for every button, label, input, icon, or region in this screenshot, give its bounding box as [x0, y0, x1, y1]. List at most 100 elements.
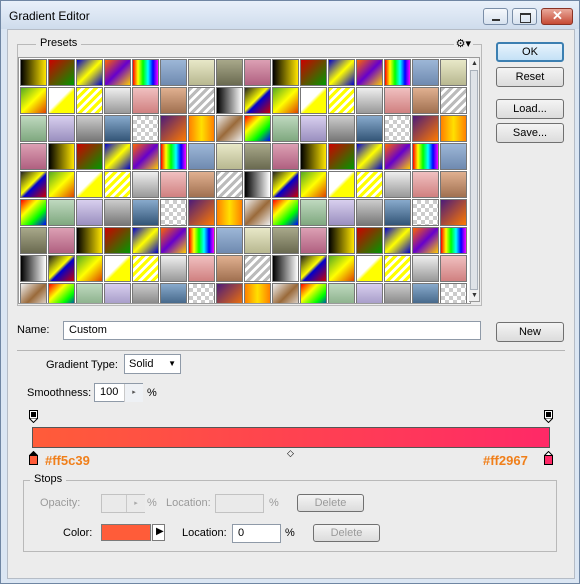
preset-swatch[interactable]: [76, 227, 103, 254]
preset-swatch[interactable]: [244, 227, 271, 254]
preset-swatch[interactable]: [216, 87, 243, 114]
preset-swatch[interactable]: [20, 255, 47, 282]
scroll-up-icon[interactable]: ▲: [470, 59, 479, 68]
preset-swatch[interactable]: [188, 87, 215, 114]
preset-swatch[interactable]: [104, 115, 131, 142]
preset-swatch[interactable]: [300, 59, 327, 86]
save-button[interactable]: Save...: [496, 123, 564, 143]
preset-swatch[interactable]: [104, 283, 131, 303]
gradient-preview-bar[interactable]: [32, 427, 550, 448]
preset-swatch[interactable]: [48, 255, 75, 282]
preset-swatch[interactable]: [440, 115, 467, 142]
preset-swatch[interactable]: [48, 283, 75, 303]
preset-swatch[interactable]: [244, 283, 271, 303]
preset-swatch[interactable]: [328, 227, 355, 254]
preset-swatch[interactable]: [384, 87, 411, 114]
scroll-down-icon[interactable]: ▼: [470, 291, 479, 300]
color-delete-button[interactable]: Delete: [313, 524, 380, 542]
preset-swatch[interactable]: [104, 227, 131, 254]
preset-swatch[interactable]: [440, 255, 467, 282]
preset-swatch[interactable]: [412, 227, 439, 254]
load-button[interactable]: Load...: [496, 99, 564, 119]
preset-swatch[interactable]: [132, 115, 159, 142]
preset-swatch[interactable]: [132, 87, 159, 114]
preset-swatch[interactable]: [272, 87, 299, 114]
preset-swatch[interactable]: [160, 59, 187, 86]
preset-swatch[interactable]: [188, 283, 215, 303]
preset-swatch[interactable]: [216, 59, 243, 86]
preset-swatch[interactable]: [356, 255, 383, 282]
preset-swatch[interactable]: [188, 115, 215, 142]
preset-swatch[interactable]: [20, 283, 47, 303]
preset-swatch[interactable]: [188, 143, 215, 170]
preset-swatch[interactable]: [104, 171, 131, 198]
preset-swatch[interactable]: [300, 227, 327, 254]
preset-swatch[interactable]: [104, 255, 131, 282]
preset-swatch[interactable]: [20, 59, 47, 86]
preset-swatch[interactable]: [300, 283, 327, 303]
preset-swatch[interactable]: [412, 171, 439, 198]
preset-swatch[interactable]: [440, 87, 467, 114]
preset-swatch[interactable]: [160, 199, 187, 226]
preset-swatch[interactable]: [76, 255, 103, 282]
presets-scrollbar[interactable]: ▲ ▼: [469, 57, 480, 302]
preset-swatch[interactable]: [272, 59, 299, 86]
preset-swatch[interactable]: [20, 143, 47, 170]
preset-swatch[interactable]: [244, 199, 271, 226]
preset-swatch[interactable]: [132, 255, 159, 282]
preset-swatch[interactable]: [48, 171, 75, 198]
reset-button[interactable]: Reset: [496, 67, 564, 87]
preset-swatch[interactable]: [384, 171, 411, 198]
opacity-delete-button[interactable]: Delete: [297, 494, 364, 512]
preset-swatch[interactable]: [216, 143, 243, 170]
preset-swatch[interactable]: [132, 59, 159, 86]
preset-swatch[interactable]: [272, 255, 299, 282]
preset-swatch[interactable]: [160, 283, 187, 303]
preset-swatch[interactable]: [384, 199, 411, 226]
preset-swatch[interactable]: [132, 283, 159, 303]
preset-swatch[interactable]: [160, 171, 187, 198]
preset-swatch[interactable]: [300, 255, 327, 282]
color-swatch[interactable]: [101, 524, 151, 541]
preset-swatch[interactable]: [412, 87, 439, 114]
preset-swatch[interactable]: [20, 171, 47, 198]
color-stop-right[interactable]: [544, 450, 553, 465]
gear-icon[interactable]: ⚙▾: [453, 37, 473, 50]
preset-swatch[interactable]: [244, 59, 271, 86]
title-bar[interactable]: Gradient Editor ✕: [1, 1, 579, 29]
preset-swatch[interactable]: [300, 171, 327, 198]
preset-swatch[interactable]: [384, 283, 411, 303]
preset-swatch[interactable]: [384, 143, 411, 170]
preset-swatch[interactable]: [216, 199, 243, 226]
preset-swatch[interactable]: [412, 143, 439, 170]
preset-swatch[interactable]: [412, 283, 439, 303]
preset-swatch[interactable]: [412, 115, 439, 142]
name-input[interactable]: Custom: [63, 321, 481, 340]
preset-swatch[interactable]: [76, 59, 103, 86]
ok-button[interactable]: OK: [496, 42, 564, 62]
midpoint-diamond-icon[interactable]: ◇: [287, 448, 294, 459]
preset-swatch[interactable]: [216, 255, 243, 282]
new-button[interactable]: New: [496, 322, 564, 342]
preset-swatch[interactable]: [300, 143, 327, 170]
preset-swatch[interactable]: [300, 199, 327, 226]
preset-swatch[interactable]: [300, 87, 327, 114]
preset-swatch[interactable]: [440, 199, 467, 226]
preset-swatch[interactable]: [384, 255, 411, 282]
preset-swatch[interactable]: [76, 199, 103, 226]
preset-swatch[interactable]: [216, 227, 243, 254]
preset-swatch[interactable]: [20, 87, 47, 114]
preset-swatch[interactable]: [188, 199, 215, 226]
preset-swatch[interactable]: [20, 115, 47, 142]
preset-swatch[interactable]: [216, 283, 243, 303]
preset-swatch[interactable]: [76, 143, 103, 170]
preset-swatch[interactable]: [272, 171, 299, 198]
preset-swatch[interactable]: [48, 143, 75, 170]
preset-swatch[interactable]: [48, 227, 75, 254]
preset-swatch[interactable]: [356, 227, 383, 254]
preset-swatch[interactable]: [272, 283, 299, 303]
preset-swatch[interactable]: [48, 87, 75, 114]
preset-swatch[interactable]: [384, 115, 411, 142]
close-button[interactable]: ✕: [541, 8, 573, 25]
preset-swatch[interactable]: [244, 87, 271, 114]
